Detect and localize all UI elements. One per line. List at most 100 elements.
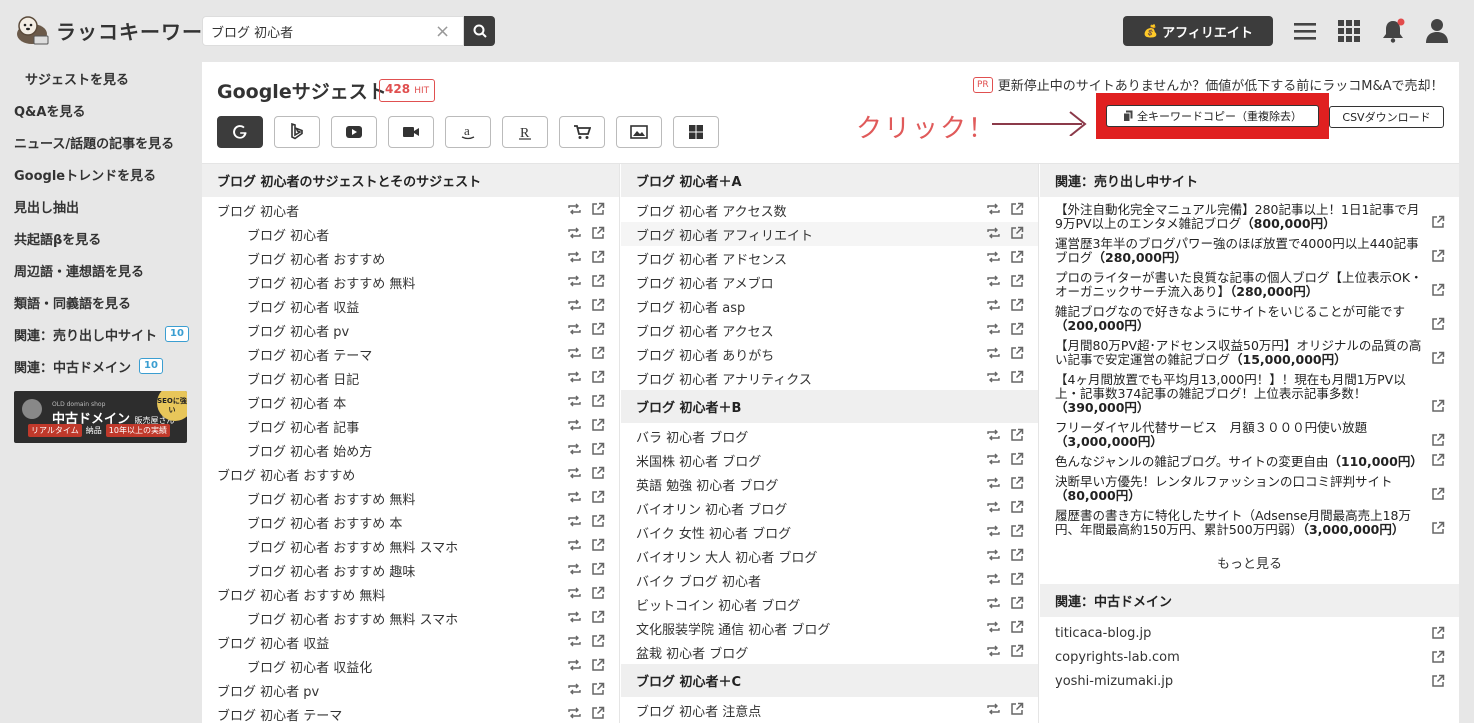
source-google-button[interactable]: [217, 116, 263, 148]
external-link-icon[interactable]: [1010, 298, 1024, 312]
swap-icon[interactable]: [986, 226, 1001, 240]
keyword-row[interactable]: ブログ 初心者: [202, 222, 619, 246]
external-link-icon[interactable]: [1010, 476, 1024, 490]
external-link-icon[interactable]: [591, 346, 605, 360]
keyword-row[interactable]: ブログ 初心者 テーマ: [202, 342, 619, 366]
apps-grid-icon[interactable]: [1334, 16, 1364, 46]
external-link-icon[interactable]: [591, 370, 605, 384]
swap-icon[interactable]: [567, 706, 582, 720]
keyword-row[interactable]: バラ 初心者 ブログ: [621, 424, 1038, 448]
external-link-icon[interactable]: [1431, 249, 1445, 263]
external-link-icon[interactable]: [1431, 650, 1445, 664]
swap-icon[interactable]: [567, 202, 582, 216]
external-link-icon[interactable]: [1431, 283, 1445, 297]
sidebar-item-sites-for-sale[interactable]: 関連：売り出し中サイト 10: [0, 318, 200, 350]
site-listing[interactable]: 運営歴3年半のブログパワー強のほぼ放置で4000円以上440記事ブログ（280,…: [1040, 234, 1459, 268]
swap-icon[interactable]: [567, 562, 582, 576]
keyword-row[interactable]: ブログ 初心者 おすすめ 無料 スマホ: [202, 534, 619, 558]
source-image-button[interactable]: [616, 116, 662, 148]
external-link-icon[interactable]: [1010, 250, 1024, 264]
keyword-row[interactable]: ブログ 初心者 収益: [202, 294, 619, 318]
swap-icon[interactable]: [567, 298, 582, 312]
swap-icon[interactable]: [986, 452, 1001, 466]
clear-icon[interactable]: ×: [435, 21, 450, 42]
keyword-row[interactable]: バイオリン 初心者 ブログ: [621, 496, 1038, 520]
swap-icon[interactable]: [986, 548, 1001, 562]
swap-icon[interactable]: [567, 682, 582, 696]
keyword-row[interactable]: ブログ 初心者 おすすめ 無料: [202, 582, 619, 606]
keyword-row[interactable]: ブログ 初心者 pv: [202, 318, 619, 342]
external-link-icon[interactable]: [591, 466, 605, 480]
site-listing[interactable]: 【4ヶ月間放置でも平均月13,000円！】！現在も月間1万PV以上・記事数374…: [1040, 370, 1459, 418]
keyword-row[interactable]: ブログ 初心者 ありがち: [621, 342, 1038, 366]
swap-icon[interactable]: [567, 586, 582, 600]
external-link-icon[interactable]: [1010, 452, 1024, 466]
swap-icon[interactable]: [986, 524, 1001, 538]
keyword-row[interactable]: ブログ 初心者 収益化: [202, 654, 619, 678]
external-link-icon[interactable]: [591, 538, 605, 552]
swap-icon[interactable]: [567, 610, 582, 624]
user-icon[interactable]: [1422, 16, 1452, 46]
external-link-icon[interactable]: [1431, 351, 1445, 365]
external-link-icon[interactable]: [1010, 644, 1024, 658]
external-link-icon[interactable]: [591, 706, 605, 720]
keyword-row[interactable]: ブログ 初心者 おすすめ 無料 スマホ: [202, 606, 619, 630]
external-link-icon[interactable]: [591, 514, 605, 528]
keyword-row[interactable]: ブログ 初心者 アドセンス: [621, 246, 1038, 270]
external-link-icon[interactable]: [1431, 521, 1445, 535]
external-link-icon[interactable]: [1010, 370, 1024, 384]
keyword-row[interactable]: ブログ 初心者 アクセス数: [621, 198, 1038, 222]
pr-notice[interactable]: PR 更新停止中のサイトありませんか？価値が低下する前にラッコM&Aで売却！: [973, 75, 1444, 94]
keyword-row[interactable]: ブログ 初心者 テーマ: [202, 702, 619, 723]
keyword-row[interactable]: ブログ 初心者 asp: [621, 294, 1038, 318]
sidebar-item-cooccurrence[interactable]: 共起語βを見る: [0, 222, 200, 254]
external-link-icon[interactable]: [591, 418, 605, 432]
sidebar-item-related-words[interactable]: 周辺語・連想語を見る: [0, 254, 200, 286]
sidebar-item-headings[interactable]: 見出し抽出: [0, 190, 200, 222]
keyword-row[interactable]: ブログ 初心者 おすすめ 趣味: [202, 558, 619, 582]
keyword-row[interactable]: ブログ 初心者 おすすめ 無料: [202, 486, 619, 510]
site-listing[interactable]: 【外注自動化完全マニュアル完備】280記事以上！1日1記事で月9万PV以上のエン…: [1040, 200, 1459, 234]
external-link-icon[interactable]: [591, 202, 605, 216]
external-link-icon[interactable]: [1010, 428, 1024, 442]
keyword-row[interactable]: バイク ブログ 初心者: [621, 568, 1038, 592]
external-link-icon[interactable]: [591, 442, 605, 456]
swap-icon[interactable]: [567, 634, 582, 648]
keyword-row[interactable]: ブログ 初心者 おすすめ: [202, 462, 619, 486]
swap-icon[interactable]: [986, 428, 1001, 442]
swap-icon[interactable]: [567, 466, 582, 480]
bell-icon[interactable]: [1378, 16, 1408, 46]
swap-icon[interactable]: [567, 490, 582, 504]
source-amazon-button[interactable]: a: [445, 116, 491, 148]
swap-icon[interactable]: [986, 202, 1001, 216]
swap-icon[interactable]: [567, 538, 582, 552]
swap-icon[interactable]: [567, 226, 582, 240]
external-link-icon[interactable]: [1010, 274, 1024, 288]
copy-all-keywords-button[interactable]: 全キーワードコピー（重複除去）: [1106, 105, 1319, 127]
external-link-icon[interactable]: [591, 226, 605, 240]
source-video-button[interactable]: [388, 116, 434, 148]
csv-download-button[interactable]: CSVダウンロード: [1329, 106, 1444, 128]
swap-icon[interactable]: [986, 596, 1001, 610]
menu-icon[interactable]: [1290, 16, 1320, 46]
swap-icon[interactable]: [986, 298, 1001, 312]
external-link-icon[interactable]: [1431, 399, 1445, 413]
swap-icon[interactable]: [567, 346, 582, 360]
keyword-row[interactable]: ブログ 初心者 pv: [202, 678, 619, 702]
swap-icon[interactable]: [567, 514, 582, 528]
source-youtube-button[interactable]: [331, 116, 377, 148]
domain-row[interactable]: yoshi-mizumaki.jp: [1040, 669, 1459, 693]
swap-icon[interactable]: [986, 476, 1001, 490]
external-link-icon[interactable]: [1010, 500, 1024, 514]
sidebar-item-used-domains[interactable]: 関連：中古ドメイン 10: [0, 350, 200, 382]
keyword-row[interactable]: 英語 勉強 初心者 ブログ: [621, 472, 1038, 496]
keyword-row[interactable]: ブログ 初心者: [202, 198, 619, 222]
keyword-row[interactable]: ブログ 初心者 アナリティクス: [621, 366, 1038, 390]
swap-icon[interactable]: [986, 250, 1001, 264]
keyword-row[interactable]: ブログ 初心者 記事: [202, 414, 619, 438]
domain-row[interactable]: titicaca-blog.jp: [1040, 621, 1459, 645]
external-link-icon[interactable]: [591, 682, 605, 696]
swap-icon[interactable]: [986, 702, 1001, 716]
affiliate-button[interactable]: 💰 アフィリエイト: [1123, 16, 1273, 46]
keyword-row[interactable]: ブログ 初心者 おすすめ 本: [202, 510, 619, 534]
